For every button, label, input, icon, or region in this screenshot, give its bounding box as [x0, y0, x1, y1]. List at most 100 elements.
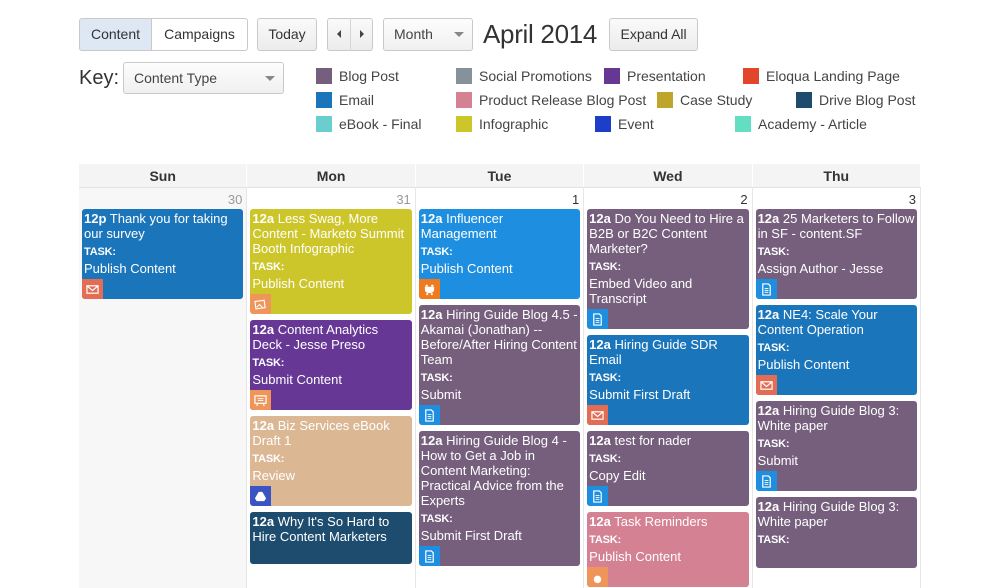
event-card[interactable]: 12a Less Swag, More Content - Marketo Su… [250, 209, 412, 314]
event-title-line: 12a Hiring Guide Blog 3: White paper [758, 403, 915, 433]
period-title: April 2014 [483, 18, 598, 49]
toolbar: Content Campaigns Today Month April 2014… [79, 17, 699, 51]
event-time: 12a [252, 418, 275, 433]
event-card[interactable]: 12a test for nader TASK: Copy Edit [587, 431, 749, 506]
event-card[interactable]: 12a Hiring Guide SDR Email TASK: Submit Fi… [587, 335, 749, 425]
event-title-line: 12a Task Reminders [589, 514, 746, 529]
legend-swatch [456, 116, 472, 132]
event-card[interactable]: 12a Influencer Management TASK: Publish Co… [418, 209, 581, 299]
presentation-icon [250, 390, 272, 410]
event-time: 12p [84, 211, 107, 226]
day-cell[interactable]: 3 12a 25 Marketers to Follow in SF - cont… [753, 188, 921, 588]
event-card[interactable]: 12a Hiring Guide Blog 4 - How to Get a J… [418, 431, 581, 566]
event-card[interactable]: 12a NE4: Scale Your Content Operation TAS… [755, 305, 917, 395]
event-title: Do You Need to Hire a B2B or B2C Content… [589, 211, 744, 256]
document-icon [755, 471, 777, 491]
tab-campaigns[interactable]: Campaigns [152, 17, 248, 51]
event-time: 12a [757, 307, 780, 322]
key-select[interactable]: Content Type [123, 62, 284, 94]
task-value: Submit Content [252, 372, 342, 387]
legend-label: Blog Post [339, 68, 399, 84]
event-card[interactable]: 12a Biz Services eBook Draft 1 TASK: Revie… [250, 416, 412, 506]
task-label: TASK: [589, 534, 621, 546]
event-time: 12a [589, 514, 611, 529]
event-card[interactable]: 12a Task Reminders TASK: Publish Content [587, 512, 749, 587]
day-header-wed: Wed [584, 164, 753, 187]
event-card[interactable]: 12a Content Analytics Deck - Jesse Preso… [250, 320, 412, 410]
email-icon [82, 279, 103, 299]
document-icon [587, 309, 609, 329]
task-label: TASK: [589, 261, 621, 273]
event-card[interactable]: 12a Hiring Guide Blog 4.5 - Akamai (Jona… [418, 305, 581, 425]
legend-label: eBook - Final [339, 116, 422, 132]
day-cell[interactable]: 1 12a Influencer Management TASK: Publish C… [416, 188, 585, 588]
next-button[interactable] [350, 17, 373, 51]
day-cell[interactable]: 2 12a Do You Need to Hire a B2B or B2C Co… [584, 188, 753, 588]
day-number: 31 [396, 192, 411, 207]
legend-label: Drive Blog Post [819, 92, 916, 108]
social-icon [418, 279, 440, 299]
event-time: 12a [589, 433, 611, 448]
legend-label: Presentation [627, 68, 706, 84]
day-number: 1 [571, 192, 580, 207]
day-number: 2 [740, 192, 748, 207]
event-title: Thank you for taking our survey [84, 211, 228, 241]
chevron-left-icon [337, 30, 341, 38]
task-value: Copy Edit [589, 468, 646, 483]
task-value: Embed Video and Transcript [589, 276, 693, 306]
legend-label: Academy - Article [758, 116, 867, 132]
event-card[interactable]: 12a Hiring Guide Blog 3: White paper TASK… [755, 401, 917, 491]
view-toggle: Content Campaigns [79, 17, 248, 51]
tab-content[interactable]: Content [79, 17, 152, 51]
email-icon [755, 375, 777, 395]
legend-item: Blog Post [316, 68, 399, 84]
event-title-line: 12a Influencer Management [421, 211, 578, 241]
calendar: Sun Mon Tue Wed Thu 30 12p Thank you for taki… [79, 164, 921, 588]
legend-swatch [456, 68, 472, 84]
task-label: TASK: [757, 438, 790, 450]
task-value: Submit First Draft [420, 528, 522, 543]
task-value: Publish Content [84, 261, 176, 276]
event-card[interactable]: 12a Do You Need to Hire a B2B or B2C Con… [587, 209, 749, 329]
legend-item: Drive Blog Post [796, 92, 915, 108]
event-title: Hiring Guide Blog 4 - How to Get a Job i… [420, 433, 567, 508]
caret-down-icon [454, 32, 464, 37]
legend-item: Academy - Article [735, 116, 867, 132]
key-select-value: Content Type [134, 70, 218, 86]
task-label: TASK: [84, 246, 116, 258]
email-icon [587, 405, 609, 425]
chevron-right-icon [359, 30, 364, 38]
event-title-line: 12a Do You Need to Hire a B2B or B2C Con… [589, 211, 746, 256]
event-card[interactable]: 12a Hiring Guide Blog 3: White paper TASK… [755, 497, 917, 568]
event-card[interactable]: 12a Why It's So Hard to Hire Content Mar… [250, 512, 412, 564]
event-title-line: 12a Hiring Guide Blog 3: White paper [758, 499, 915, 529]
task-value: Submit [420, 387, 462, 402]
view-select[interactable]: Month [383, 17, 473, 51]
event-card[interactable]: 12a 25 Marketers to Follow in SF - conte… [755, 209, 917, 299]
legend-swatch [595, 116, 611, 132]
task-label: TASK: [252, 357, 285, 369]
event-time: 12a [589, 211, 611, 226]
view-select-value: Month [394, 26, 433, 42]
event-title-line: 12a Biz Services eBook Draft 1 [252, 418, 409, 448]
event-title-line: 12a Hiring Guide Blog 4 - How to Get a J… [421, 433, 578, 508]
event-time: 12a [757, 211, 780, 226]
event-title-line: 12p Thank you for taking our survey [84, 211, 241, 241]
day-number: 30 [227, 192, 243, 207]
legend-swatch [456, 92, 472, 108]
expand-all-button[interactable]: Expand All [609, 17, 699, 51]
legend-swatch [604, 68, 620, 84]
event-card[interactable]: 12p Thank you for taking our survey TASK:… [82, 209, 244, 299]
today-button[interactable]: Today [257, 17, 317, 51]
prev-button[interactable] [327, 17, 350, 51]
task-label: TASK: [420, 372, 453, 384]
legend-label: Infographic [479, 116, 549, 132]
task-value: Publish Content [757, 357, 850, 372]
legend-swatch [316, 92, 332, 108]
task-value: Submit First Draft [589, 387, 691, 402]
day-cell[interactable]: 30 12p Thank you for taking our survey TAS… [79, 188, 248, 588]
day-header-tue: Tue [416, 164, 585, 187]
day-cell[interactable]: 31 12a Less Swag, More Content - Marketo … [247, 188, 416, 588]
event-time: 12a [420, 433, 443, 448]
legend-label: Email [339, 92, 375, 108]
